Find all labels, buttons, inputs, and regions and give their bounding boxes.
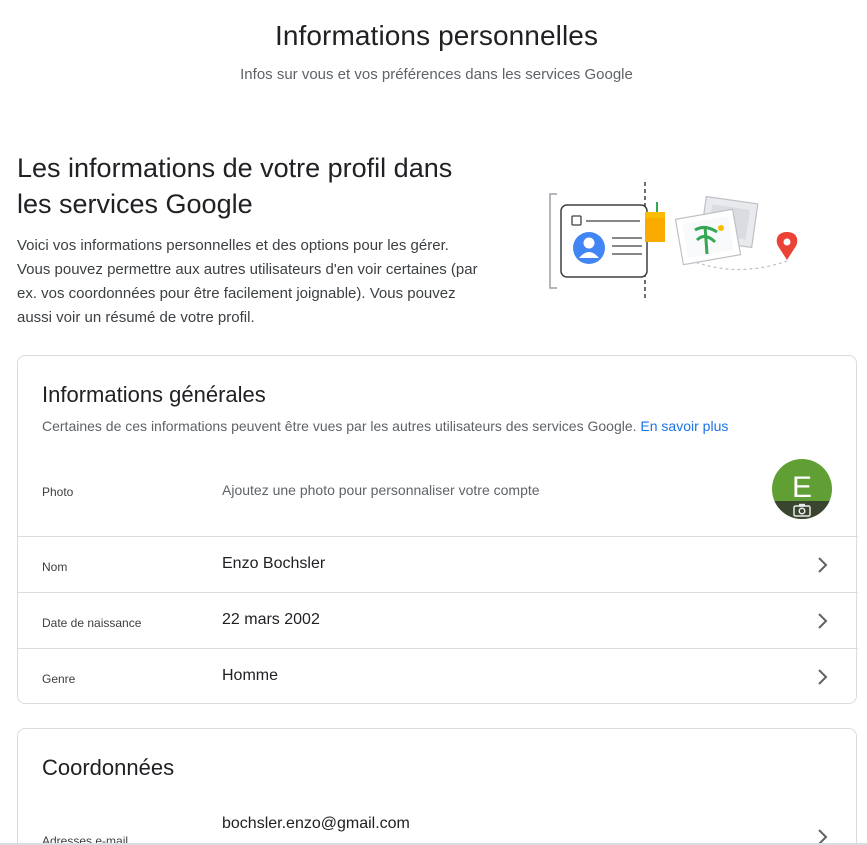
- learn-more-link[interactable]: En savoir plus: [640, 418, 728, 434]
- row-photo[interactable]: Photo Ajoutez une photo pour personnalis…: [18, 444, 858, 536]
- general-info-title: Informations générales: [42, 382, 266, 407]
- row-label-gender: Genre: [42, 672, 76, 686]
- profile-illustration: [545, 180, 805, 300]
- row-email[interactable]: Adresses e-mail bochsler.enzo@gmail.com: [18, 803, 858, 845]
- row-value-gender: Homme: [222, 667, 279, 684]
- general-info-card: Informations générales Certaines de ces …: [17, 355, 858, 704]
- row-label-name: Nom: [42, 560, 68, 574]
- row-label-photo: Photo: [42, 485, 74, 499]
- profile-illustration-graphic: [549, 182, 798, 300]
- contact-info-card: Coordonnées Adresses e-mail bochsler.enz…: [17, 728, 857, 845]
- row-gender[interactable]: Genre Homme: [18, 648, 858, 704]
- row-value-birthday: 22 mars 2002: [222, 611, 320, 628]
- chevron-right-icon: [818, 613, 828, 629]
- page-subtitle: Infos sur vous et vos préférences dans l…: [240, 66, 633, 83]
- row-label-birthday: Date de naissance: [42, 616, 142, 630]
- row-value-photo: Ajoutez une photo pour personnaliser vot…: [222, 482, 540, 498]
- chevron-right-icon: [818, 557, 828, 573]
- contact-info-title: Coordonnées: [42, 755, 175, 780]
- general-info-description-text: Certaines de ces informations peuvent êt…: [42, 418, 637, 434]
- avatar[interactable]: E: [772, 459, 832, 519]
- intro-description: Voici vos informations personnelles et d…: [17, 237, 478, 326]
- general-info-description: Certaines de ces informations peuvent êt…: [42, 418, 728, 434]
- row-value-name: Enzo Bochsler: [222, 555, 326, 572]
- row-value-email: bochsler.enzo@gmail.com: [222, 815, 410, 832]
- avatar-letter: E: [791, 471, 812, 504]
- camera-icon: [793, 503, 811, 517]
- chevron-right-icon: [818, 669, 828, 685]
- row-name[interactable]: Nom Enzo Bochsler: [18, 536, 858, 592]
- page-title: Informations personnelles: [274, 20, 599, 51]
- intro-title: Les informations de votre profil dans le…: [17, 153, 453, 219]
- row-birthday[interactable]: Date de naissance 22 mars 2002: [18, 592, 858, 648]
- profile-intro: Les informations de votre profil dans le…: [17, 150, 487, 330]
